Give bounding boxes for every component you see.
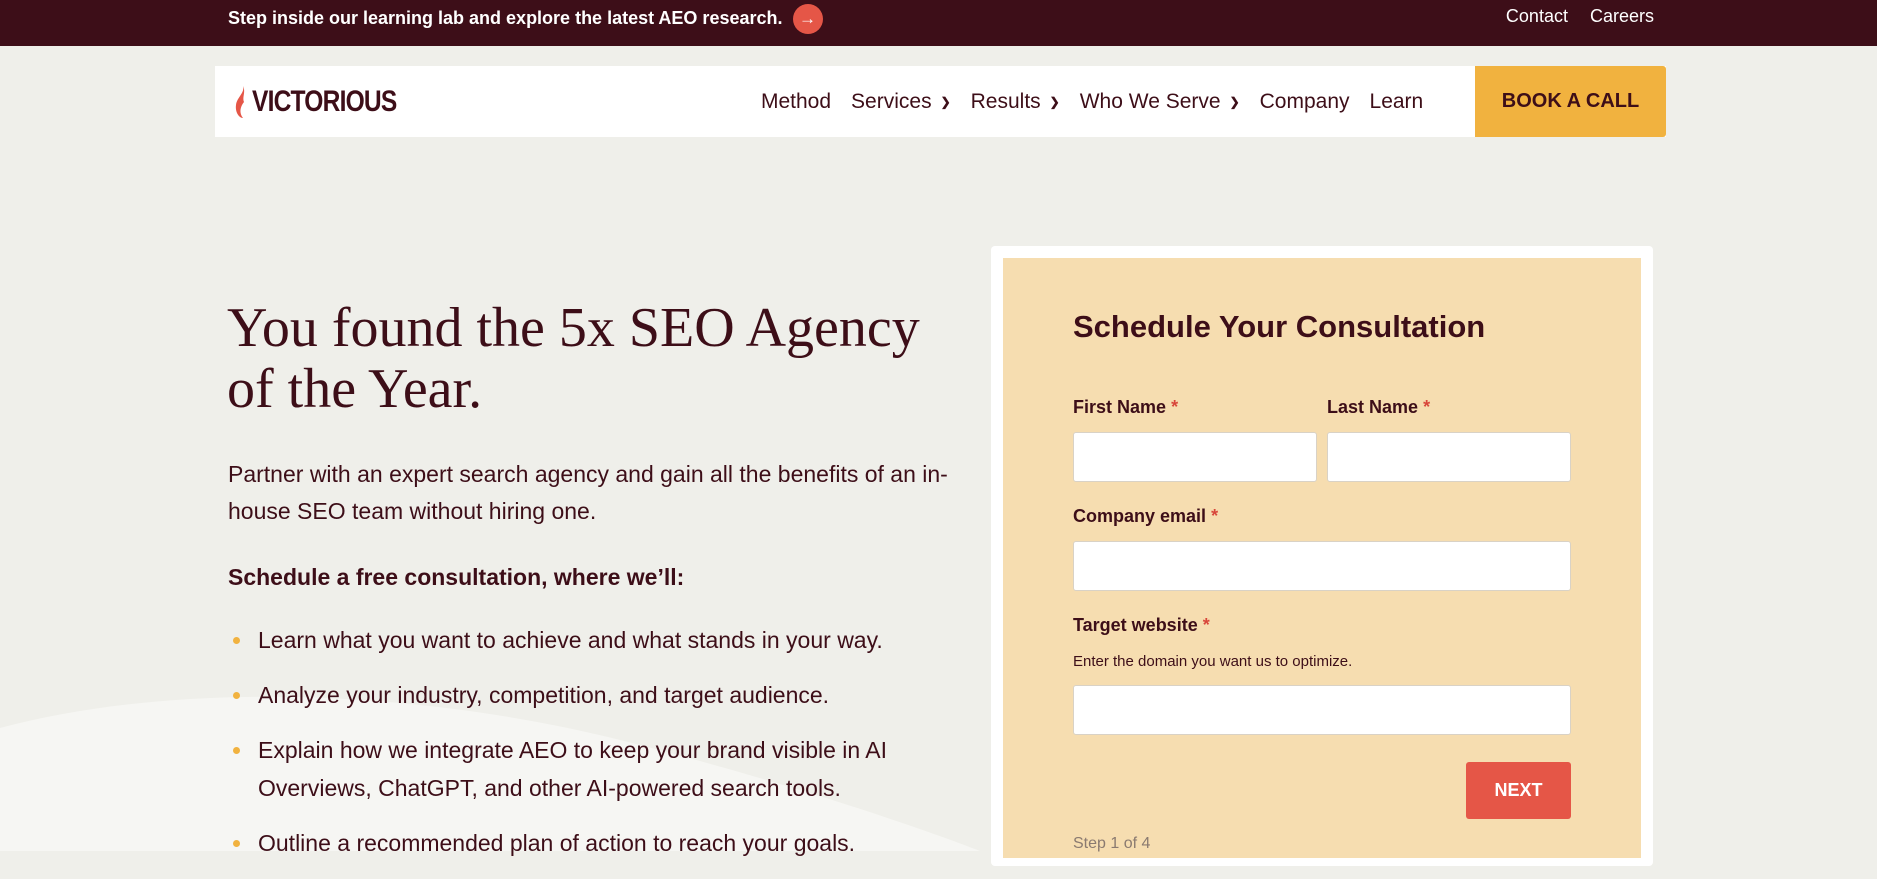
first-name-label-text: First Name xyxy=(1073,397,1167,417)
required-mark: * xyxy=(1171,397,1179,417)
hero-lead: Schedule a free consultation, where we’l… xyxy=(228,564,685,590)
chevron-down-icon: ❯ xyxy=(1229,94,1240,109)
last-name-label-text: Last Name xyxy=(1327,397,1419,417)
hero-title: You found the 5x SEO Agency of the Year. xyxy=(227,297,920,420)
chevron-down-icon: ❯ xyxy=(1049,94,1060,109)
required-mark: * xyxy=(1211,506,1219,526)
list-item: Outline a recommended plan of action to … xyxy=(228,824,968,862)
nav-who-we-serve-label: Who We Serve xyxy=(1079,89,1221,113)
required-mark: * xyxy=(1423,397,1431,417)
victorious-logo[interactable]: VICTORIOUS xyxy=(233,82,428,122)
nav-learn[interactable]: Learn xyxy=(1370,90,1424,114)
form-title: Schedule Your Consultation xyxy=(1073,309,1486,344)
nav-links: Method Services ❯ Results ❯ Who We Serve… xyxy=(761,66,1443,137)
benefit-list: Learn what you want to achieve and what … xyxy=(228,621,968,879)
nav-results-label: Results xyxy=(970,89,1041,113)
last-name-label: Last Name * xyxy=(1327,397,1430,418)
nav-who-we-serve[interactable]: Who We Serve ❯ xyxy=(1080,90,1240,114)
last-name-field[interactable] xyxy=(1327,432,1571,482)
first-name-field[interactable] xyxy=(1073,432,1317,482)
nav-company-label: Company xyxy=(1259,89,1350,113)
list-item: Learn what you want to achieve and what … xyxy=(228,621,968,659)
list-item: Explain how we integrate AEO to keep you… xyxy=(228,731,968,807)
brand-name: VICTORIOUS xyxy=(252,85,397,118)
main-navbar: VICTORIOUS Method Services ❯ Results ❯ W… xyxy=(215,66,1666,137)
next-button[interactable]: NEXT xyxy=(1466,762,1571,819)
announcement-bar: Step inside our learning lab and explore… xyxy=(0,0,1877,46)
nav-method[interactable]: Method xyxy=(761,90,831,114)
nav-services[interactable]: Services ❯ xyxy=(851,90,951,114)
hero-subtitle: Partner with an expert search agency and… xyxy=(228,461,948,524)
step-indicator: Step 1 of 4 xyxy=(1073,835,1151,852)
list-item: Analyze your industry, competition, and … xyxy=(228,676,968,714)
target-website-field[interactable] xyxy=(1073,685,1571,735)
target-website-label: Target website * xyxy=(1073,615,1210,636)
contact-link[interactable]: Contact xyxy=(1506,6,1568,27)
first-name-label: First Name * xyxy=(1073,397,1178,418)
company-email-label: Company email * xyxy=(1073,506,1218,527)
arrow-right-icon[interactable]: → xyxy=(792,3,823,34)
announcement-link[interactable]: Step inside our learning lab and explore… xyxy=(228,0,823,37)
required-mark: * xyxy=(1202,615,1210,635)
nav-company[interactable]: Company xyxy=(1260,90,1350,114)
nav-results[interactable]: Results ❯ xyxy=(971,90,1060,114)
nav-method-label: Method xyxy=(761,89,832,113)
nav-learn-label: Learn xyxy=(1369,89,1424,113)
company-email-field[interactable] xyxy=(1073,541,1571,591)
flame-logo-icon xyxy=(235,86,245,118)
chevron-down-icon: ❯ xyxy=(940,94,951,109)
target-website-label-text: Target website xyxy=(1073,615,1198,635)
top-links: Contact Careers xyxy=(1506,0,1654,33)
careers-link[interactable]: Careers xyxy=(1590,6,1654,27)
target-website-help: Enter the domain you want us to optimize… xyxy=(1073,653,1353,670)
book-a-call-button[interactable]: BOOK A CALL xyxy=(1475,66,1666,137)
company-email-label-text: Company email xyxy=(1073,506,1207,526)
announcement-text: Step inside our learning lab and explore… xyxy=(228,8,783,28)
nav-services-label: Services xyxy=(851,89,932,113)
